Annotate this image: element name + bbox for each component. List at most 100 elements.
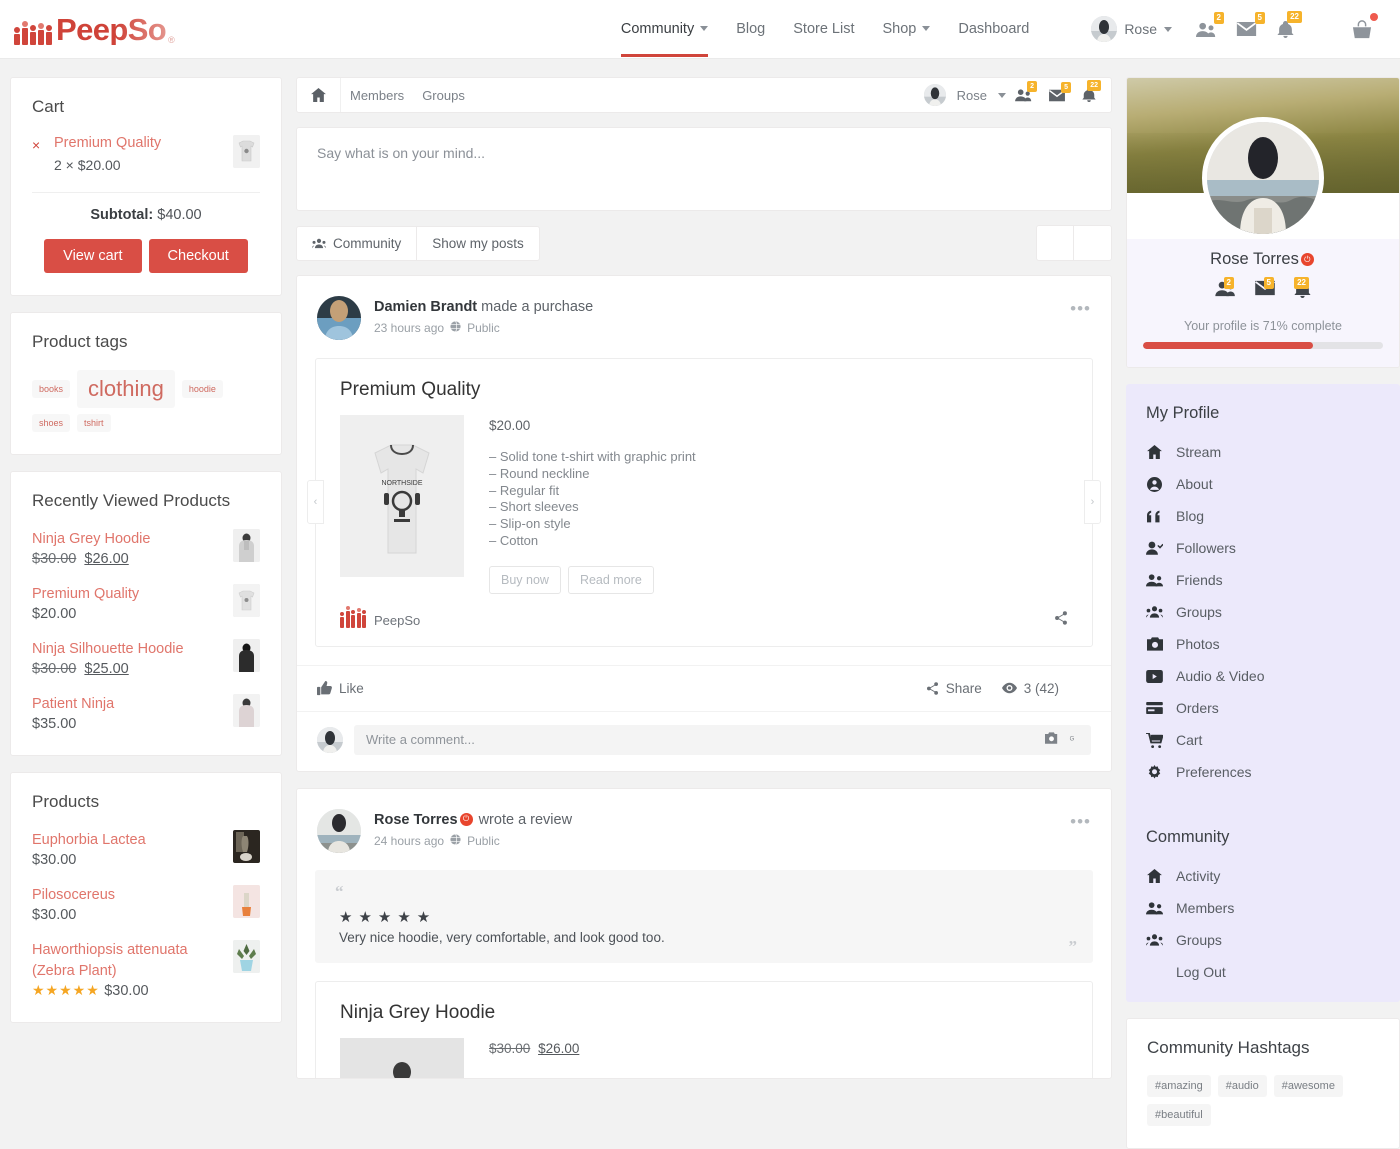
- list-item[interactable]: Haworthiopsis attenuata (Zebra Plant) ★★…: [32, 940, 260, 1000]
- hashtag-beautiful[interactable]: #beautiful: [1147, 1104, 1211, 1126]
- sidebar-item-cart[interactable]: Cart: [1126, 724, 1400, 756]
- product-name[interactable]: Ninja Grey Hoodie: [32, 529, 225, 550]
- notifications-badge: 22: [1287, 10, 1302, 23]
- like-button[interactable]: Like: [317, 680, 364, 696]
- user-menu[interactable]: Rose: [1081, 16, 1178, 42]
- product-title[interactable]: Ninja Grey Hoodie: [340, 1002, 1068, 1024]
- list-item[interactable]: Euphorbia Lactea $30.00: [32, 830, 260, 869]
- sidebar-item-label: Log Out: [1176, 964, 1226, 980]
- list-item[interactable]: Patient Ninja $35.00: [32, 694, 260, 733]
- product-embed-card: Ninja Grey Hoodie $30.00 $26.00: [315, 980, 1093, 1078]
- read-more-button[interactable]: Read more: [567, 565, 654, 594]
- sidebar-item-blog[interactable]: Blog: [1126, 500, 1400, 532]
- sidebar-item-orders[interactable]: Orders: [1126, 692, 1400, 724]
- share-icon[interactable]: [1054, 610, 1068, 630]
- chevron-down-icon[interactable]: [998, 92, 1006, 98]
- tag-shoes[interactable]: shoes: [32, 414, 71, 432]
- share-button[interactable]: Share: [926, 681, 982, 696]
- post-options-button[interactable]: •••: [1070, 809, 1091, 830]
- post-composer[interactable]: Say what is on your mind...: [296, 127, 1112, 211]
- feedbar-right: Rose 2 5 22: [923, 80, 1103, 107]
- home-icon[interactable]: [297, 78, 341, 112]
- friends-icon[interactable]: 2: [1186, 11, 1226, 44]
- messages-icon[interactable]: 5: [1041, 81, 1073, 106]
- tag-books[interactable]: books: [32, 380, 71, 398]
- globe-icon: [450, 833, 461, 848]
- tag-tshirt[interactable]: tshirt: [77, 414, 111, 432]
- search-icon[interactable]: [1043, 14, 1081, 44]
- list-item[interactable]: Ninja Grey Hoodie $30.00 $26.00: [32, 529, 260, 568]
- nav-item-community[interactable]: Community: [607, 2, 722, 57]
- post-author-line: Rose Torres wrote a review: [374, 812, 572, 828]
- sidebar-item-members[interactable]: Members: [1126, 892, 1400, 924]
- avatar[interactable]: [317, 808, 361, 853]
- comment-input[interactable]: Write a comment... G: [354, 724, 1091, 755]
- sidebar-item-friends[interactable]: Friends: [1126, 564, 1400, 596]
- product-name[interactable]: Haworthiopsis attenuata (Zebra Plant): [32, 940, 225, 982]
- product-name[interactable]: Premium Quality: [32, 584, 225, 605]
- view-cart-button[interactable]: View cart: [44, 239, 142, 273]
- tag-hoodie[interactable]: hoodie: [181, 380, 223, 398]
- hashtag-audio[interactable]: #audio: [1217, 1075, 1267, 1097]
- avatar[interactable]: [317, 296, 361, 340]
- product-name[interactable]: Ninja Silhouette Hoodie: [32, 639, 225, 660]
- hashtag-amazing[interactable]: #amazing: [1147, 1075, 1211, 1097]
- bookmark-icon[interactable]: [1079, 681, 1091, 696]
- friends-icon[interactable]: 2: [1215, 277, 1236, 304]
- sidebar-item-groups[interactable]: Groups: [1126, 596, 1400, 628]
- sidebar-item-activity[interactable]: Activity: [1126, 860, 1400, 892]
- carousel-next-icon[interactable]: ›: [1084, 480, 1101, 525]
- tag-clothing[interactable]: clothing: [77, 370, 175, 408]
- remove-cart-item-button[interactable]: ×: [32, 138, 44, 152]
- sidebar-item-log-out[interactable]: Log Out: [1126, 956, 1400, 1002]
- gif-icon[interactable]: G: [1065, 732, 1079, 747]
- cart-item-name[interactable]: Premium Quality: [54, 135, 223, 151]
- notifications-icon[interactable]: 22: [1267, 10, 1304, 45]
- peepso-logo[interactable]: PeepSo ®: [14, 14, 175, 45]
- feedbar-user-name[interactable]: Rose: [948, 88, 996, 103]
- quote-open-icon: “: [335, 881, 344, 901]
- photo-icon[interactable]: [1045, 732, 1058, 747]
- sidebar-item-preferences[interactable]: Preferences: [1126, 756, 1400, 798]
- nav-item-dashboard[interactable]: Dashboard: [944, 2, 1043, 57]
- post-options-button[interactable]: •••: [1070, 296, 1091, 317]
- cart-icon[interactable]: [1342, 12, 1382, 45]
- feedbar-link-groups[interactable]: Groups: [413, 88, 474, 103]
- filter-community-button[interactable]: Community: [296, 225, 418, 261]
- checkout-button[interactable]: Checkout: [148, 239, 248, 273]
- list-item[interactable]: Premium Quality $20.00: [32, 584, 260, 623]
- feed-search-icon[interactable]: [1036, 225, 1074, 261]
- messages-icon[interactable]: 5: [1254, 277, 1276, 304]
- nav-item-shop[interactable]: Shop: [869, 2, 945, 57]
- feedbar-link-members[interactable]: Members: [341, 88, 413, 103]
- feed-hashtag-icon[interactable]: [1074, 225, 1112, 261]
- sidebar-item-stream[interactable]: Stream: [1126, 436, 1400, 468]
- power-icon[interactable]: [1304, 14, 1342, 44]
- buy-now-button[interactable]: Buy now: [489, 565, 561, 594]
- list-item[interactable]: Pilosocereus $30.00: [32, 885, 260, 924]
- filter-show-my-posts-button[interactable]: Show my posts: [417, 225, 540, 261]
- nav-item-blog[interactable]: Blog: [722, 2, 779, 57]
- post-author[interactable]: Damien Brandt: [374, 299, 477, 315]
- list-item[interactable]: Ninja Silhouette Hoodie $30.00 $25.00: [32, 639, 260, 678]
- sidebar-item-followers[interactable]: Followers: [1126, 532, 1400, 564]
- notifications-icon[interactable]: 22: [1294, 277, 1311, 304]
- product-title[interactable]: Premium Quality: [340, 379, 1068, 401]
- messages-icon[interactable]: 5: [1226, 12, 1267, 43]
- friends-icon[interactable]: 2: [1008, 81, 1039, 106]
- avatar[interactable]: [1202, 117, 1324, 239]
- nav-label: Blog: [736, 20, 766, 37]
- product-name[interactable]: Euphorbia Lactea: [32, 830, 225, 851]
- notifications-icon[interactable]: 22: [1075, 80, 1103, 107]
- sidebar-item-audio-video[interactable]: Audio & Video: [1126, 660, 1400, 692]
- product-name[interactable]: Pilosocereus: [32, 885, 225, 906]
- sidebar-item-community-groups[interactable]: Groups: [1126, 924, 1400, 956]
- post-author[interactable]: Rose Torres: [374, 812, 458, 828]
- sidebar-item-about[interactable]: About: [1126, 468, 1400, 500]
- nav-item-store-list[interactable]: Store List: [779, 2, 868, 57]
- hashtag-awesome[interactable]: #awesome: [1273, 1075, 1343, 1097]
- carousel-prev-icon[interactable]: ‹: [307, 480, 324, 525]
- sidebar-item-photos[interactable]: Photos: [1126, 628, 1400, 660]
- product-name[interactable]: Patient Ninja: [32, 694, 225, 715]
- post-action: made a purchase: [481, 299, 594, 315]
